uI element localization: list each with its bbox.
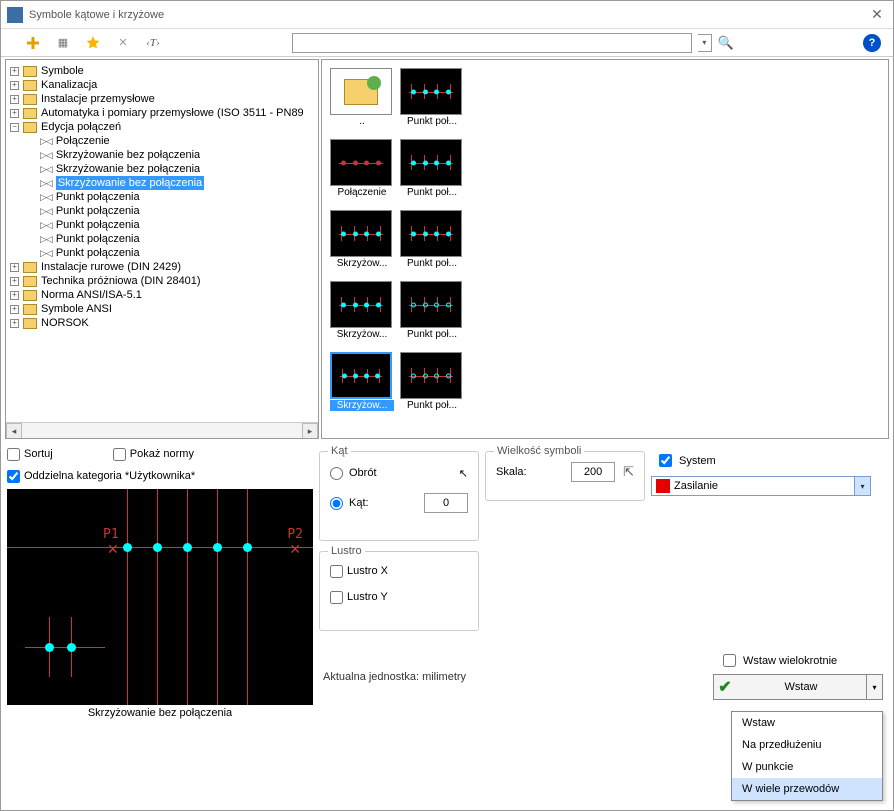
insert-multi-checkbox[interactable]: Wstaw wielokrotnie — [719, 651, 883, 670]
tree-item[interactable]: +Automatyka i pomiary przemysłowe (ISO 3… — [10, 106, 318, 120]
angle-legend: Kąt — [328, 445, 351, 457]
thumbnail-caption: .. — [330, 116, 394, 127]
units-label: Aktualna jednostka: milimetry — [323, 671, 479, 683]
tree-h-scrollbar[interactable]: ◂ ▸ — [6, 422, 318, 438]
mirror-x-checkbox[interactable]: Lustro X — [330, 562, 468, 580]
mirror-y-checkbox[interactable]: Lustro Y — [330, 588, 468, 606]
title-bar: Symbole kątowe i krzyżowe ✕ — [1, 1, 893, 29]
thumbnail-caption: Punkt poł... — [400, 187, 464, 198]
search-icon[interactable]: 🔍 — [718, 35, 734, 51]
tree-leaf[interactable]: ▷◁Połączenie — [10, 134, 318, 148]
check-icon: ✔ — [714, 677, 736, 697]
tree-leaf[interactable]: ▷◁Punkt połączenia — [10, 232, 318, 246]
sort-checkbox[interactable]: Sortuj — [7, 445, 53, 463]
thumbnail[interactable]: Punkt poł... — [400, 139, 464, 198]
close-button[interactable]: ✕ — [867, 5, 887, 25]
angle-input[interactable] — [424, 493, 468, 513]
insert-dropdown-button[interactable]: ▾ — [866, 675, 882, 699]
insert-menu-item[interactable]: W wiele przewodów — [732, 778, 882, 800]
thumbnail[interactable]: Skrzyżow... — [330, 281, 394, 340]
tree-leaf[interactable]: ▷◁Punkt połączenia — [10, 218, 318, 232]
tree-item[interactable]: +Instalacje rurowe (DIN 2429) — [10, 260, 318, 274]
rotation-radio[interactable]: Obrót ↖ — [330, 462, 468, 484]
thumbnail-caption: Skrzyżow... — [330, 329, 394, 340]
size-group: Wielkość symboli Skala: ⇱ — [485, 451, 645, 501]
preview-caption: Skrzyżowanie bez połączenia — [7, 707, 313, 719]
favorite-icon[interactable] — [83, 33, 103, 53]
tree-item[interactable]: +NORSOK — [10, 316, 318, 330]
toolbar: ▦ ✕ ‹T› ▾ 🔍 ? — [1, 29, 893, 57]
tree-leaf[interactable]: ▷◁Skrzyżowanie bez połączenia — [10, 148, 318, 162]
thumbnail-caption: Punkt poł... — [400, 329, 464, 340]
scroll-right-icon[interactable]: ▸ — [302, 423, 318, 439]
window-title: Symbole kątowe i krzyżowe — [29, 9, 867, 21]
search-dropdown-button[interactable]: ▾ — [698, 34, 712, 52]
scroll-left-icon[interactable]: ◂ — [6, 423, 22, 439]
thumbnail[interactable]: Punkt poł... — [400, 210, 464, 269]
angle-radio[interactable]: Kąt: — [330, 492, 468, 514]
mirror-legend: Lustro — [328, 545, 365, 557]
chevron-down-icon[interactable]: ▾ — [854, 477, 870, 495]
thumbnail-caption: Skrzyżow... — [330, 258, 394, 269]
system-select[interactable]: Zasilanie ▾ — [651, 476, 871, 496]
thumbnail[interactable]: Punkt poł... — [400, 352, 464, 411]
insert-menu-item[interactable]: Wstaw — [732, 712, 882, 734]
thumbnail-caption: Skrzyżow... — [330, 400, 394, 411]
thumbnail[interactable]: Skrzyżow... — [330, 352, 394, 411]
marker-p2: P2 — [287, 527, 303, 542]
thumbnail[interactable]: Punkt poł... — [400, 68, 464, 127]
delete-icon[interactable]: ✕ — [113, 33, 133, 53]
thumbnail-panel: .. Punkt poł... Połączenie Punkt poł... Skrz… — [321, 59, 889, 439]
search-input[interactable] — [292, 33, 692, 53]
tree-item[interactable]: +Kanalizacja — [10, 78, 318, 92]
tree-item-expanded[interactable]: −Edycja połączeń — [10, 120, 318, 134]
marker-p1: P1 — [103, 527, 119, 542]
grid-icon[interactable]: ▦ — [53, 33, 73, 53]
thumbnail-caption: Punkt poł... — [400, 258, 464, 269]
insert-dropdown-menu: WstawNa przedłużeniuW punkcieW wiele prz… — [731, 711, 883, 801]
tree-item[interactable]: +Symbole ANSI — [10, 302, 318, 316]
thumbnail[interactable]: Skrzyżow... — [330, 210, 394, 269]
system-checkbox[interactable]: System — [655, 451, 887, 470]
size-legend: Wielkość symboli — [494, 445, 584, 457]
scale-input[interactable] — [571, 462, 615, 482]
tree-item[interactable]: +Norma ANSI/ISA-5.1 — [10, 288, 318, 302]
thumbnail-caption: Punkt poł... — [400, 116, 464, 127]
tree-item[interactable]: +Instalacje przemysłowe — [10, 92, 318, 106]
angle-group: Kąt Obrót ↖ Kąt: — [319, 451, 479, 541]
symbol-tree[interactable]: +Symbole +Kanalizacja +Instalacje przemy… — [6, 60, 318, 330]
text-style-icon[interactable]: ‹T› — [143, 33, 163, 53]
thumbnail-caption: Połączenie — [330, 187, 394, 198]
tree-leaf[interactable]: ▷◁Punkt połączenia — [10, 190, 318, 204]
tree-panel: +Symbole +Kanalizacja +Instalacje przemy… — [5, 59, 319, 439]
cursor-icon: ↖ — [459, 467, 468, 480]
add-icon[interactable] — [23, 33, 43, 53]
tree-leaf[interactable]: ▷◁Punkt połączenia — [10, 246, 318, 260]
help-icon[interactable]: ? — [863, 34, 881, 52]
tree-leaf[interactable]: ▷◁Punkt połączenia — [10, 204, 318, 218]
show-norms-checkbox[interactable]: Pokaż normy — [113, 445, 194, 463]
mirror-group: Lustro Lustro X Lustro Y — [319, 551, 479, 631]
scale-link-icon[interactable]: ⇱ — [623, 464, 634, 480]
thumbnail[interactable]: Punkt poł... — [400, 281, 464, 340]
scale-label: Skala: — [496, 466, 527, 478]
tree-item[interactable]: +Symbole — [10, 64, 318, 78]
system-value: Zasilanie — [674, 480, 854, 492]
tree-leaf-selected[interactable]: ▷◁Skrzyżowanie bez połączenia — [10, 176, 318, 190]
tree-item[interactable]: +Technika próżniowa (DIN 28401) — [10, 274, 318, 288]
thumbnail[interactable]: Połączenie — [330, 139, 394, 198]
user-category-checkbox[interactable]: Oddzielna kategoria *Użytkownika* — [7, 467, 313, 485]
insert-button-label: Wstaw — [736, 681, 866, 693]
thumbnail-caption: Punkt poł... — [400, 400, 464, 411]
symbol-preview: P1 P2 ✕ ✕ — [7, 489, 313, 705]
insert-button[interactable]: ✔ Wstaw ▾ — [713, 674, 883, 700]
insert-menu-item[interactable]: W punkcie — [732, 756, 882, 778]
app-icon — [7, 7, 23, 23]
system-color-swatch — [656, 479, 670, 493]
thumbnail[interactable]: .. — [330, 68, 394, 127]
insert-menu-item[interactable]: Na przedłużeniu — [732, 734, 882, 756]
tree-leaf[interactable]: ▷◁Skrzyżowanie bez połączenia — [10, 162, 318, 176]
